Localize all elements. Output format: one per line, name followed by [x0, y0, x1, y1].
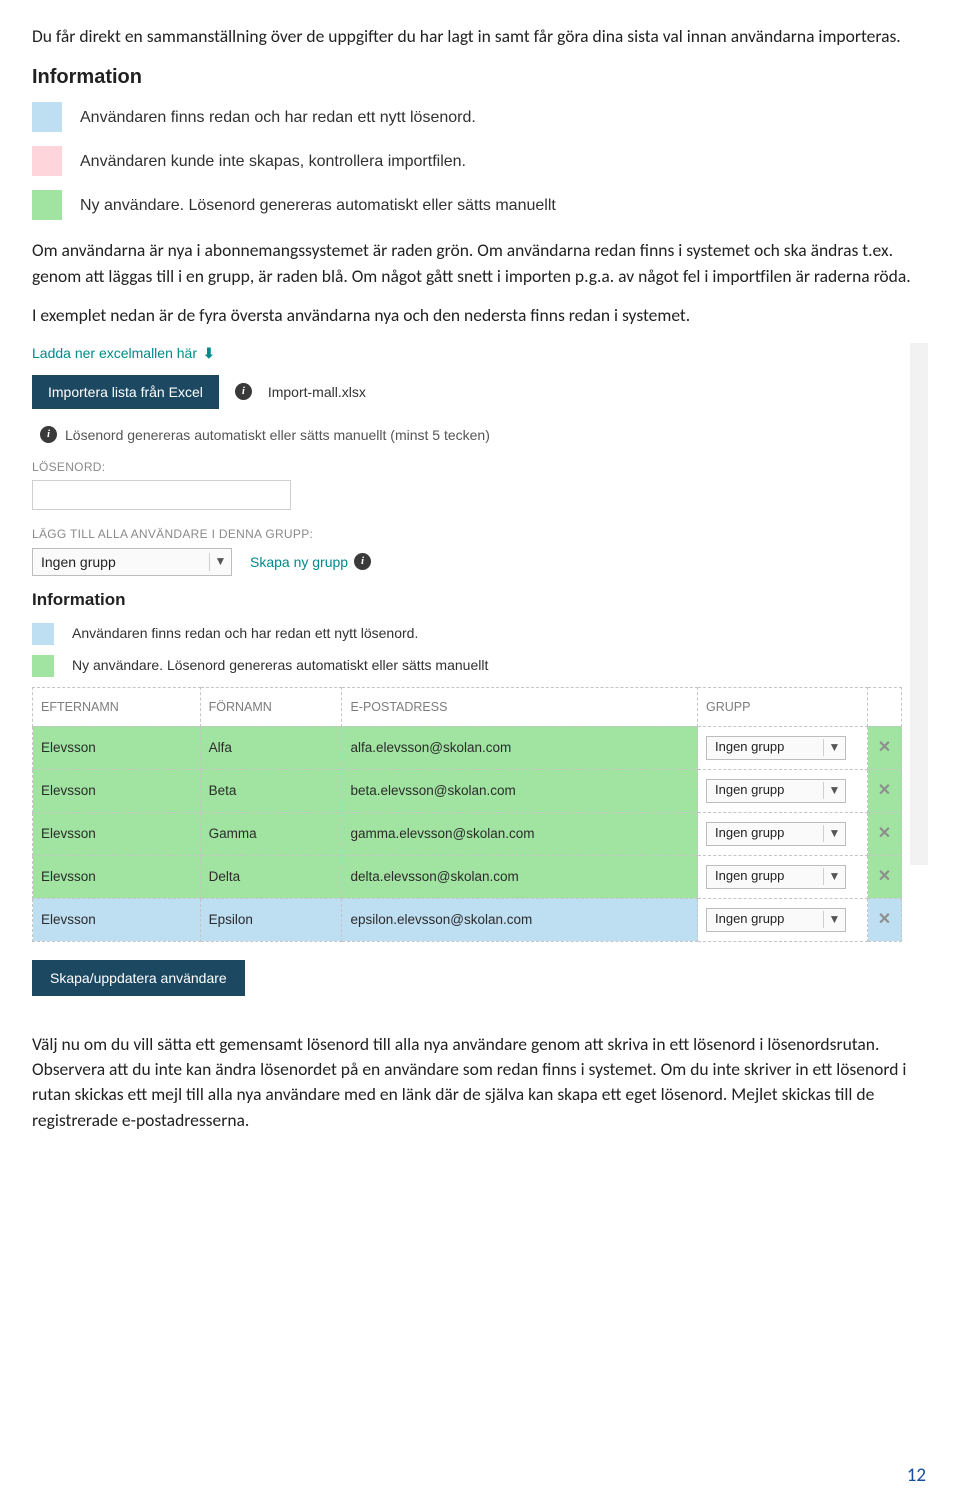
cell-remove: ✕ [868, 726, 902, 769]
users-table: EFTERNAMN FÖRNAMN E-POSTADRESS GRUPP Ele… [32, 687, 902, 942]
cell-remove: ✕ [868, 812, 902, 855]
page-number: 12 [907, 1462, 926, 1490]
download-icon: ⬇ [203, 343, 215, 363]
cell-firstname: Epsilon [200, 898, 342, 941]
closing-paragraph: Välj nu om du vill sätta ett gemensamt l… [32, 1032, 928, 1134]
intro-paragraph-1: Du får direkt en sammanställning över de… [32, 24, 928, 49]
table-row: ElevssonEpsilonepsilon.elevsson@skolan.c… [33, 898, 902, 941]
col-firstname: FÖRNAMN [200, 687, 342, 726]
cell-email: delta.elevsson@skolan.com [342, 855, 698, 898]
row-group-select-value: Ingen grupp [715, 867, 784, 886]
swatch-green [32, 655, 54, 677]
create-update-users-button[interactable]: Skapa/uppdatera användare [32, 960, 245, 996]
group-select-value: Ingen grupp [41, 552, 116, 572]
info-heading-small: Information [32, 588, 928, 613]
cell-remove: ✕ [868, 898, 902, 941]
cell-lastname: Elevsson [33, 726, 201, 769]
password-input[interactable] [32, 480, 291, 510]
chevron-down-icon: ▼ [823, 825, 841, 842]
cell-group: Ingen grupp ▼ [698, 726, 868, 769]
download-template-label: Ladda ner excelmallen här [32, 343, 197, 363]
swatch-blue [32, 623, 54, 645]
remove-row-button[interactable]: ✕ [878, 782, 891, 799]
legend-blue-text: Användaren finns redan och har redan ett… [80, 106, 476, 129]
chevron-down-icon: ▼ [823, 739, 841, 756]
table-row: ElevssonGammagamma.elevsson@skolan.com In… [33, 812, 902, 855]
col-email: E-POSTADRESS [342, 687, 698, 726]
chevron-down-icon: ▼ [823, 868, 841, 885]
row-group-select[interactable]: Ingen grupp ▼ [706, 779, 846, 803]
download-template-link[interactable]: Ladda ner excelmallen här ⬇ [32, 343, 215, 363]
info-heading: Information [32, 63, 928, 92]
password-hint-text: Lösenord genereras automatiskt eller sät… [65, 425, 490, 445]
swatch-green [32, 190, 62, 220]
group-field-label: LÄGG TILL ALLA ANVÄNDARE I DENNA GRUPP: [32, 526, 928, 543]
cell-firstname: Beta [200, 769, 342, 812]
legend-pink-text: Användaren kunde inte skapas, kontroller… [80, 150, 466, 173]
cell-lastname: Elevsson [33, 898, 201, 941]
remove-row-button[interactable]: ✕ [878, 868, 891, 885]
legend-blue-text: Användaren finns redan och har redan ett… [72, 623, 418, 643]
col-group: GRUPP [698, 687, 868, 726]
info-icon[interactable]: i [235, 383, 252, 400]
info-icon[interactable]: i [354, 553, 371, 570]
swatch-blue [32, 102, 62, 132]
selected-file-label: Import-mall.xlsx [268, 382, 366, 402]
cell-email: epsilon.elevsson@skolan.com [342, 898, 698, 941]
remove-row-button[interactable]: ✕ [878, 825, 891, 842]
remove-row-button[interactable]: ✕ [878, 739, 891, 756]
intro-paragraph-2: Om användarna är nya i abonnemangssystem… [32, 238, 928, 289]
cell-group: Ingen grupp ▼ [698, 898, 868, 941]
table-row: ElevssonAlfaalfa.elevsson@skolan.com Inge… [33, 726, 902, 769]
row-group-select-value: Ingen grupp [715, 910, 784, 929]
import-from-excel-button[interactable]: Importera lista från Excel [32, 375, 219, 409]
create-group-link[interactable]: Skapa ny grupp [250, 552, 348, 572]
cell-group: Ingen grupp ▼ [698, 769, 868, 812]
row-group-select-value: Ingen grupp [715, 738, 784, 757]
row-group-select[interactable]: Ingen grupp ▼ [706, 736, 846, 760]
row-group-select-value: Ingen grupp [715, 824, 784, 843]
remove-row-button[interactable]: ✕ [878, 911, 891, 928]
col-remove [868, 687, 902, 726]
table-row: ElevssonDeltadelta.elevsson@skolan.com In… [33, 855, 902, 898]
row-group-select[interactable]: Ingen grupp ▼ [706, 908, 846, 932]
cell-remove: ✕ [868, 769, 902, 812]
cell-lastname: Elevsson [33, 769, 201, 812]
legend-green-text: Ny användare. Lösenord genereras automat… [72, 655, 488, 675]
chevron-down-icon: ▼ [823, 911, 841, 928]
col-lastname: EFTERNAMN [33, 687, 201, 726]
cell-firstname: Alfa [200, 726, 342, 769]
cell-group: Ingen grupp ▼ [698, 855, 868, 898]
table-row: ElevssonBetabeta.elevsson@skolan.com Inge… [33, 769, 902, 812]
cell-lastname: Elevsson [33, 855, 201, 898]
swatch-pink [32, 146, 62, 176]
chevron-down-icon: ▼ [823, 782, 841, 799]
cell-email: beta.elevsson@skolan.com [342, 769, 698, 812]
scrollbar-gutter[interactable] [910, 343, 928, 865]
cell-firstname: Delta [200, 855, 342, 898]
cell-lastname: Elevsson [33, 812, 201, 855]
import-ui-panel: Ladda ner excelmallen här ⬇ Importera li… [32, 343, 928, 996]
cell-email: gamma.elevsson@skolan.com [342, 812, 698, 855]
cell-group: Ingen grupp ▼ [698, 812, 868, 855]
chevron-down-icon: ▼ [209, 553, 227, 570]
cell-remove: ✕ [868, 855, 902, 898]
info-legend-block-1: Information Användaren finns redan och h… [32, 63, 928, 220]
password-field-label: LÖSENORD: [32, 459, 928, 476]
legend-green-text: Ny användare. Lösenord genereras automat… [80, 194, 556, 217]
row-group-select[interactable]: Ingen grupp ▼ [706, 865, 846, 889]
intro-paragraph-3: I exemplet nedan är de fyra översta anvä… [32, 303, 928, 328]
group-select[interactable]: Ingen grupp ▼ [32, 548, 232, 576]
cell-firstname: Gamma [200, 812, 342, 855]
row-group-select[interactable]: Ingen grupp ▼ [706, 822, 846, 846]
info-icon[interactable]: i [40, 426, 57, 443]
cell-email: alfa.elevsson@skolan.com [342, 726, 698, 769]
row-group-select-value: Ingen grupp [715, 781, 784, 800]
